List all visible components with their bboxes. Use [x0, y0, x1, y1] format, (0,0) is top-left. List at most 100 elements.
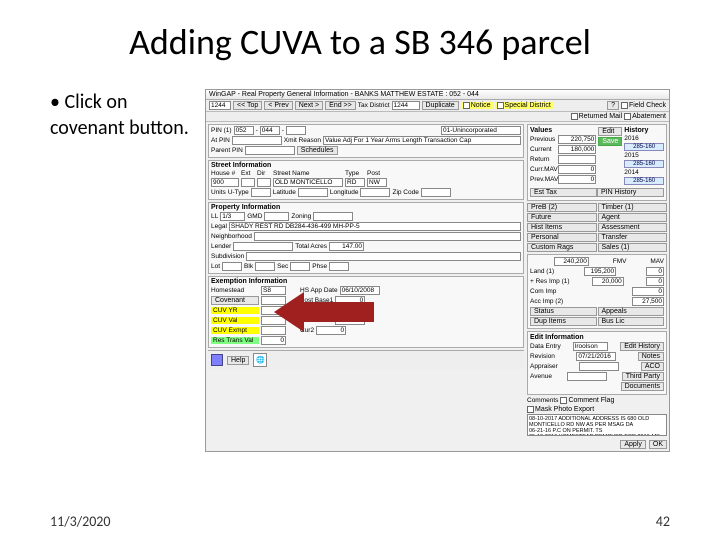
- appeals-button[interactable]: Appeals: [598, 307, 665, 316]
- ok-button[interactable]: OK: [649, 440, 667, 449]
- utype-label: U-Type: [228, 189, 249, 196]
- acc-imp-value: 27,500: [632, 297, 664, 306]
- utype-field[interactable]: [251, 188, 271, 197]
- ll-field[interactable]: 1/3: [220, 212, 245, 221]
- lot-field[interactable]: [222, 262, 242, 271]
- pin1-b[interactable]: 044: [260, 126, 280, 135]
- lender-field[interactable]: [233, 242, 293, 251]
- zoning-field[interactable]: [313, 212, 353, 221]
- pin-history-button[interactable]: PIN History: [597, 188, 664, 197]
- future-button[interactable]: Future: [527, 213, 597, 222]
- color-swatch-icon[interactable]: [211, 354, 223, 366]
- transfer-button[interactable]: Transfer: [598, 233, 668, 242]
- aco-button[interactable]: ACO: [641, 362, 664, 371]
- cuv-val-field[interactable]: [261, 316, 286, 325]
- latitude-label: Latitude: [273, 189, 296, 196]
- avenue-field[interactable]: [567, 372, 607, 381]
- mask-photo-checkbox[interactable]: Mask Photo Export: [527, 406, 594, 413]
- third-party-button[interactable]: Third Party: [622, 372, 664, 381]
- dup-items-button[interactable]: Dup Items: [530, 317, 597, 326]
- avenue-label: Avenue: [530, 373, 552, 380]
- streetname-field[interactable]: OLD MONTICELLO: [273, 178, 343, 187]
- globe-icon[interactable]: 🌐: [253, 353, 267, 367]
- gmd-field[interactable]: [264, 212, 289, 221]
- return-value[interactable]: [558, 155, 596, 164]
- house-field[interactable]: 900: [211, 178, 239, 187]
- special-district-checkbox[interactable]: Special District: [495, 102, 553, 109]
- window-titlebar: WinGAP - Real Property General Informati…: [206, 90, 669, 100]
- assessment-button[interactable]: Assessment: [598, 223, 668, 232]
- cur2-field[interactable]: 0: [316, 326, 346, 335]
- cuv-exmpt-field[interactable]: [261, 326, 286, 335]
- type-field[interactable]: RD: [345, 178, 365, 187]
- comment-flag-checkbox[interactable]: Comment Flag: [560, 397, 614, 404]
- blk-field[interactable]: [255, 262, 275, 271]
- covenant-button[interactable]: Covenant: [211, 296, 259, 305]
- post-label: Post: [367, 170, 380, 177]
- hist-y2: 2015: [624, 152, 638, 159]
- personal-button[interactable]: Personal: [527, 233, 597, 242]
- longitude-field[interactable]: [360, 188, 390, 197]
- at-pin-field[interactable]: [232, 136, 282, 145]
- post-cur1-field[interactable]: 0: [331, 306, 361, 315]
- schedules-button[interactable]: Schedules: [297, 146, 338, 155]
- abatement-checkbox[interactable]: Abatement: [624, 113, 666, 120]
- hs-app-date-field[interactable]: 06/10/2008: [340, 286, 380, 295]
- apply-button[interactable]: Apply: [620, 440, 646, 449]
- agent-button[interactable]: Agent: [598, 213, 668, 222]
- hist-y3: 2014: [624, 169, 638, 176]
- help-button[interactable]: Help: [227, 356, 249, 365]
- covenant-field[interactable]: [261, 296, 286, 305]
- documents-button[interactable]: Documents: [621, 382, 664, 391]
- hist-items-button[interactable]: Hist Items: [527, 223, 597, 232]
- notice-checkbox[interactable]: Notice: [461, 102, 493, 109]
- ext-field[interactable]: [241, 178, 255, 187]
- parent-pin-field[interactable]: [245, 146, 295, 155]
- edit-history-button[interactable]: Edit History: [620, 342, 664, 351]
- custom-rags-button[interactable]: Custom Rags: [527, 243, 597, 252]
- dir-field[interactable]: [257, 178, 271, 187]
- timber1-button[interactable]: Timber (1): [598, 203, 668, 212]
- pin1-a[interactable]: 052: [234, 126, 254, 135]
- pin1-c[interactable]: [286, 126, 306, 135]
- returned-mail-checkbox[interactable]: Returned Mail: [571, 113, 623, 120]
- preb2-button[interactable]: PreB (2): [527, 203, 597, 212]
- zip-field[interactable]: [421, 188, 451, 197]
- post-field[interactable]: NW: [367, 178, 387, 187]
- res-trans-val-field[interactable]: 0: [261, 336, 286, 345]
- prev-button[interactable]: < Prev: [264, 101, 292, 110]
- save-button[interactable]: Save: [598, 137, 622, 146]
- total-acres-field[interactable]: 147.00: [329, 242, 364, 251]
- neighborhood-field[interactable]: [254, 232, 521, 241]
- revision-label: Revision: [530, 353, 555, 360]
- values-edit-button[interactable]: Edit: [598, 127, 622, 136]
- sales1-button[interactable]: Sales (1): [598, 243, 668, 252]
- duplicate-button[interactable]: Duplicate: [422, 101, 459, 110]
- bus-lic-button[interactable]: Bus Lic: [598, 317, 665, 326]
- hist-btn-3[interactable]: 285-160: [624, 177, 664, 185]
- post-base2-field[interactable]: 0: [335, 316, 365, 325]
- comments-text[interactable]: 08-10-2017 ADDITIONAL ADDRESS IS 680 OLD…: [527, 414, 667, 436]
- end-button[interactable]: End >>: [325, 101, 356, 110]
- hist-btn-2[interactable]: 285-160: [624, 160, 664, 168]
- class-dropdown[interactable]: 01-Unincorporated: [441, 126, 521, 135]
- legal-field[interactable]: SHADY REST RD DB284-436-499 MH-PP-5: [229, 222, 521, 231]
- next-button[interactable]: Next >: [295, 101, 323, 110]
- phse-field[interactable]: [329, 262, 349, 271]
- est-tax-button[interactable]: Est Tax: [530, 188, 597, 197]
- top-button[interactable]: << Top: [233, 101, 262, 110]
- sec-field[interactable]: [290, 262, 310, 271]
- cuv-yr-field[interactable]: [261, 306, 286, 315]
- latitude-field[interactable]: [298, 188, 328, 197]
- post-base1-field[interactable]: 0: [335, 296, 365, 305]
- xmit-reason-field[interactable]: Value Adj For 1 Year Arms Length Transac…: [323, 136, 521, 145]
- notes-button[interactable]: Notes: [638, 352, 664, 361]
- subdivision-field[interactable]: [246, 252, 521, 261]
- help-button-top[interactable]: ?: [607, 101, 619, 110]
- hist-btn-1[interactable]: 285-160: [624, 143, 664, 151]
- field-check-checkbox[interactable]: Field Check: [621, 102, 666, 109]
- tax-district-value[interactable]: 1244: [392, 101, 420, 110]
- appraiser-field[interactable]: [579, 362, 619, 371]
- homestead-field[interactable]: S8: [261, 286, 286, 295]
- status-button[interactable]: Status: [530, 307, 597, 316]
